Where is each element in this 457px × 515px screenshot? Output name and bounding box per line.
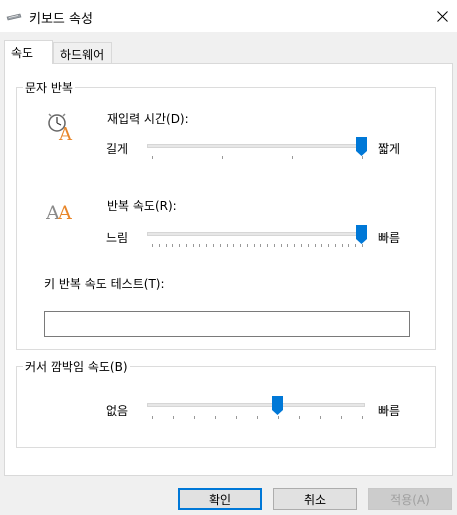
tab-speed[interactable]: 속도 — [4, 40, 53, 64]
blink-slider-ticks — [152, 416, 363, 420]
apply-button-label: 적용(A) — [390, 492, 430, 507]
slider-tick — [253, 244, 255, 247]
slider-tick — [206, 244, 208, 247]
blink-left-label: 없음 — [106, 404, 129, 418]
slider-tick — [294, 244, 296, 247]
slider-tick — [233, 244, 235, 247]
slider-tick — [341, 416, 342, 419]
slider-tick — [257, 416, 258, 419]
slider-tick — [341, 244, 343, 247]
slider-tick — [260, 244, 262, 247]
slider-tick — [321, 244, 323, 247]
delay-left-label: 길게 — [106, 142, 129, 156]
slider-tick — [172, 244, 174, 247]
double-a-icon: A A — [46, 202, 72, 222]
slider-tick — [194, 416, 195, 419]
slider-tick — [280, 244, 282, 247]
slider-tick — [165, 244, 167, 247]
tab-speed-label: 속도 — [11, 46, 34, 60]
slider-tick — [236, 416, 237, 419]
cursor-blink-group: 커서 깜박임 속도(B) — [16, 358, 436, 448]
blink-right-label: 빠름 — [378, 404, 401, 418]
slider-tick — [158, 244, 160, 247]
window-title: 키보드 속성 — [29, 12, 93, 27]
svg-text:A: A — [57, 202, 72, 222]
char-repeat-group-title: 문자 반복 — [23, 79, 75, 96]
blink-slider-track[interactable] — [147, 403, 365, 407]
rate-left-label: 느림 — [106, 231, 129, 245]
slider-tick — [185, 244, 187, 247]
slider-tick — [348, 244, 350, 247]
cancel-button-label: 취소 — [303, 492, 327, 507]
delay-label: 재입력 시간(D): — [107, 112, 189, 126]
slider-tick — [219, 244, 221, 247]
repeat-test-input[interactable] — [44, 311, 410, 337]
delay-right-label: 짧게 — [378, 142, 401, 156]
rate-right-label: 빠름 — [378, 231, 401, 245]
slider-tick — [246, 244, 248, 247]
slider-tick — [314, 244, 316, 247]
slider-tick — [199, 244, 201, 247]
slider-tick — [299, 416, 300, 419]
slider-tick — [362, 416, 363, 419]
slider-tick — [267, 244, 269, 247]
slider-tick — [152, 244, 153, 247]
tab-hardware-label: 하드웨어 — [60, 48, 105, 62]
slider-tick — [307, 244, 309, 247]
slider-tick — [179, 244, 181, 247]
slider-tick — [152, 156, 153, 159]
slider-tick — [355, 244, 357, 247]
delay-slider-thumb[interactable] — [355, 137, 367, 156]
cursor-blink-group-title: 커서 깜박임 속도(B) — [23, 358, 130, 375]
slider-tick — [362, 244, 363, 247]
slider-tick — [226, 244, 228, 247]
slider-tick — [212, 244, 214, 247]
slider-tick — [240, 244, 242, 247]
delay-slider-ticks — [152, 156, 363, 160]
rate-slider-ticks — [152, 244, 363, 248]
rate-label: 반복 속도(R): — [107, 199, 177, 213]
slider-tick — [192, 244, 194, 247]
ok-button-label: 확인 — [208, 492, 232, 507]
close-button[interactable] — [427, 0, 457, 32]
slider-tick — [362, 156, 363, 159]
slider-tick — [278, 416, 279, 419]
rate-slider-track[interactable] — [147, 232, 365, 236]
svg-text:A: A — [58, 124, 73, 142]
slider-tick — [215, 416, 216, 419]
blink-slider-thumb[interactable] — [271, 396, 283, 415]
slider-tick — [152, 416, 153, 419]
slider-tick — [301, 244, 303, 247]
slider-tick — [173, 416, 174, 419]
clock-a-icon: A — [48, 113, 73, 142]
apply-button[interactable]: 적용(A) — [368, 488, 452, 510]
rate-slider-thumb[interactable] — [355, 225, 367, 244]
keyboard-icon — [6, 13, 22, 21]
slider-tick — [287, 244, 289, 247]
slider-tick — [273, 244, 275, 247]
slider-tick — [320, 416, 321, 419]
slider-tick — [328, 244, 330, 247]
slider-tick — [222, 156, 223, 159]
cancel-button[interactable]: 취소 — [273, 488, 357, 510]
tab-hardware[interactable]: 하드웨어 — [53, 42, 112, 63]
test-label: 키 반복 속도 테스트(T): — [44, 277, 165, 291]
title-bar: 키보드 속성 — [0, 0, 457, 32]
slider-tick — [292, 156, 293, 159]
close-icon — [436, 10, 448, 22]
delay-slider-track[interactable] — [147, 144, 365, 148]
slider-tick — [334, 244, 336, 247]
ok-button[interactable]: 확인 — [178, 488, 262, 510]
